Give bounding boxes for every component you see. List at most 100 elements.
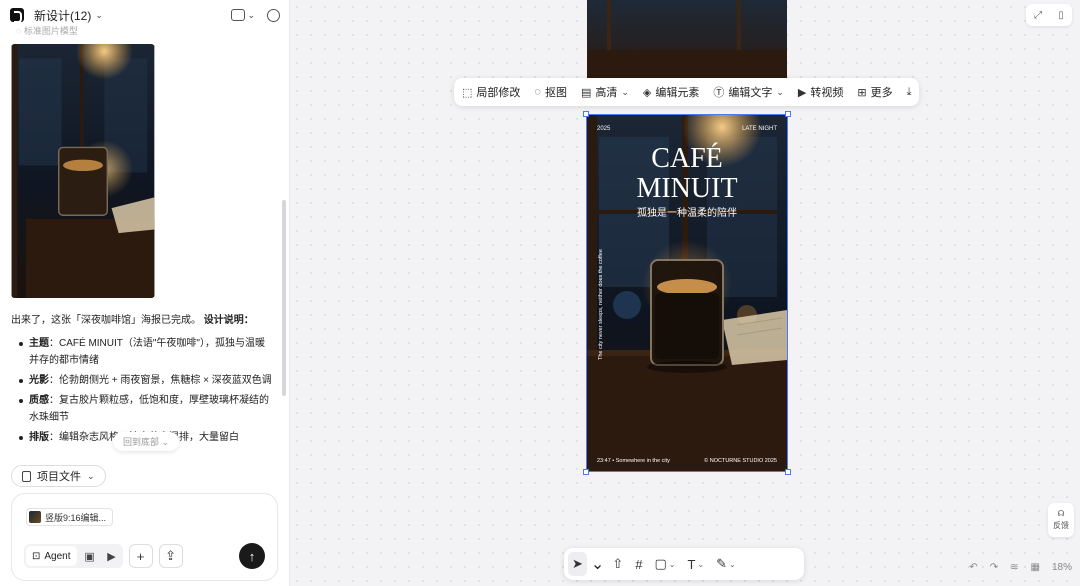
zoom-level[interactable]: 18% xyxy=(1052,562,1072,573)
note-key: 质感 xyxy=(29,395,49,406)
new-chat-button[interactable]: ⌄ xyxy=(231,9,255,21)
thumbnail-caption: ◌ 标准图片模型 xyxy=(16,24,78,37)
view-controls: ⤢ ▯ xyxy=(1026,4,1072,26)
app-logo[interactable] xyxy=(10,8,24,23)
left-panel: 新设计(12) ⌄ ⌄ ◌ 标准图片模型 出来了，这张「深夜咖啡馆」海报已完成。… xyxy=(0,0,290,586)
prompt-input-box[interactable]: 竖版9:16编辑... ⊡ Agent ▣ ▶ + ⇪ ↑ xyxy=(11,493,278,581)
selected-poster-artboard[interactable]: 2025 LATE NIGHT CAFÉ MINUIT 孤独是一种温柔的陪伴 T… xyxy=(587,115,787,471)
image-mode-button[interactable]: ▣ xyxy=(79,546,101,566)
note-key: 主题 xyxy=(29,338,49,349)
cutout-label: 抠图 xyxy=(544,87,567,99)
chevron-down-icon: ⌄ xyxy=(87,470,95,481)
headset-icon: ☊ xyxy=(1057,509,1065,518)
text-tool[interactable]: T ⌄ xyxy=(683,552,708,576)
upload-icon: ⇪ xyxy=(165,548,176,563)
scroll-to-bottom-label: 回到底部 xyxy=(123,437,160,447)
add-button[interactable]: + xyxy=(128,544,153,568)
chevron-down-icon: ⌄ xyxy=(776,86,784,97)
hd-dropdown[interactable]: ▤ 高清 ⌄ xyxy=(581,84,629,100)
upload-tool[interactable]: ⇧ xyxy=(608,552,627,576)
shape-tool[interactable]: ▢ ⌄ xyxy=(650,552,679,576)
message-intro: 出来了，这张「深夜咖啡馆」海报已完成。 设计说明： xyxy=(11,312,273,329)
model-icon: ◌ xyxy=(16,26,24,36)
more-button[interactable]: ⊞ 更多 xyxy=(857,84,892,100)
agent-mode-button[interactable]: ⊡ Agent xyxy=(26,546,77,566)
text-icon: T xyxy=(687,556,696,572)
note-text: ：复古胶片颗粒感，低饱和度，厚壁玻璃杯凝结的水珠细节 xyxy=(29,395,269,423)
download-icon: ⤓ xyxy=(906,85,912,98)
top-right-actions: ⌄ xyxy=(231,8,280,22)
zoom-bar: ↶ ↷ ≋ ▦ 18% xyxy=(969,562,1072,573)
project-files-button[interactable]: 项目文件 ⌄ xyxy=(11,465,106,487)
crop-frame-tool[interactable]: # xyxy=(631,552,646,576)
attachment-thumbnail xyxy=(29,511,41,523)
note-text: ：CAFÉ MINUIT（法语"午夜咖啡"），孤独与温暖并存的都市情绪 xyxy=(29,338,265,366)
chevron-down-icon: ⌄ xyxy=(247,9,255,20)
scroll-to-bottom-button[interactable]: 回到底部 ⌄ xyxy=(113,432,180,451)
more-label: 更多 xyxy=(870,87,893,99)
download-button[interactable]: ⤓ xyxy=(907,86,912,99)
panel-toggle-icon[interactable]: ▯ xyxy=(1058,10,1064,21)
chevron-down-icon[interactable]: ⌄ xyxy=(591,554,604,574)
send-button[interactable]: ↑ xyxy=(239,543,265,569)
feedback-button[interactable]: ☊ 反馈 xyxy=(1048,503,1074,537)
design-canvas[interactable]: ⬚ 局部修改 ◌ 抠图 ▤ 高清 ⌄ ◈ 编辑元素 Ⓣ 编辑文字 ⌄ ▶ 转视频 ⊞ 更多 ⤓ xyxy=(290,0,1080,586)
chat-scrollbar[interactable] xyxy=(282,200,286,396)
generated-image-thumbnail[interactable] xyxy=(11,44,155,298)
layers-icon[interactable]: ≋ xyxy=(1010,562,1018,573)
poster-side-text: The city never sleeps, neither does the … xyxy=(598,249,604,360)
edit-text-dropdown[interactable]: Ⓣ 编辑文字 ⌄ xyxy=(713,84,784,100)
hd-icon: ▤ xyxy=(580,86,592,99)
edit-text-label: 编辑文字 xyxy=(728,87,773,99)
chevron-down-icon: ⌄ xyxy=(621,86,629,97)
chevron-down-icon: ⌄ xyxy=(668,559,676,569)
video-icon: ▶ xyxy=(107,550,116,563)
arrow-up-icon: ↑ xyxy=(248,548,256,564)
edit-elements-label: 编辑元素 xyxy=(655,87,700,99)
local-edit-label: 局部修改 xyxy=(476,87,521,99)
image-icon: ▣ xyxy=(84,550,95,563)
hd-label: 高清 xyxy=(595,87,618,99)
chevron-down-icon: ⌄ xyxy=(95,9,103,20)
grid-icon: ⊞ xyxy=(857,86,867,99)
video-mode-button[interactable]: ▶ xyxy=(101,546,123,566)
assistant-message: 出来了，这张「深夜咖啡馆」海报已完成。 设计说明： 主题：CAFÉ MINUIT… xyxy=(11,312,273,449)
pen-icon: ✎ xyxy=(716,556,728,571)
previous-poster-artboard[interactable] xyxy=(587,0,787,80)
mode-switcher: ⊡ Agent ▣ ▶ xyxy=(24,544,123,568)
attachment-chip[interactable]: 竖版9:16编辑... xyxy=(26,508,114,526)
minimap-icon[interactable]: ▦ xyxy=(1031,562,1040,573)
list-item: 主题：CAFÉ MINUIT（法语"午夜咖啡"），孤独与温暖并存的都市情绪 xyxy=(11,335,273,369)
poster-title-line2: MINUIT xyxy=(636,173,737,204)
upload-image-button[interactable]: ⇪ xyxy=(158,544,183,568)
project-title-dropdown[interactable]: 新设计(12) ⌄ xyxy=(34,7,103,24)
poster-subtitle: 孤独是一种温柔的陪伴 xyxy=(637,206,737,219)
layers-icon: ◈ xyxy=(642,86,652,99)
history-icon[interactable] xyxy=(267,8,280,22)
list-item: 质感：复古胶片颗粒感，低饱和度，厚壁玻璃杯凝结的水珠细节 xyxy=(11,392,273,426)
poster-footer-right: © NOCTURNE STUDIO 2025 xyxy=(704,457,777,464)
chevron-down-icon: ⌄ xyxy=(729,559,736,569)
input-tools: ⊡ Agent ▣ ▶ + ⇪ xyxy=(24,544,183,568)
image-edit-toolbar: ⬚ 局部修改 ◌ 抠图 ▤ 高清 ⌄ ◈ 编辑元素 Ⓣ 编辑文字 ⌄ ▶ 转视频 ⊞ 更多 ⤓ xyxy=(454,78,920,106)
pen-tool[interactable]: ✎ ⌄ xyxy=(712,552,740,576)
video-icon: ▶ xyxy=(797,86,807,99)
agent-icon: ⊡ xyxy=(32,550,41,562)
chevron-down-icon: ⌄ xyxy=(697,559,705,569)
undo-icon[interactable]: ↶ xyxy=(969,562,977,573)
select-tool[interactable]: ➤ xyxy=(568,552,587,576)
design-notes-list: 主题：CAFÉ MINUIT（法语"午夜咖啡"），孤独与温暖并存的都市情绪 光影… xyxy=(11,335,273,446)
list-item: 光影：伦勃朗侧光 + 雨夜窗景，焦糖棕 × 深夜蓝双色调 xyxy=(11,372,273,389)
cutout-button[interactable]: ◌ 抠图 xyxy=(534,84,567,100)
cursor-icon: ➤ xyxy=(572,556,583,571)
poster-year: 2025 xyxy=(597,126,611,132)
upload-icon: ⇧ xyxy=(612,556,624,571)
fullscreen-icon[interactable]: ⤢ xyxy=(1034,10,1042,21)
redo-icon[interactable]: ↷ xyxy=(990,562,998,573)
note-key: 排版 xyxy=(29,432,49,443)
message-intro-heading: 设计说明： xyxy=(203,315,254,326)
poster-title-line1: CAFÉ xyxy=(651,143,723,174)
local-edit-button[interactable]: ⬚ 局部修改 xyxy=(462,84,520,100)
to-video-button[interactable]: ▶ 转视频 xyxy=(798,84,843,100)
edit-elements-button[interactable]: ◈ 编辑元素 xyxy=(643,84,699,100)
